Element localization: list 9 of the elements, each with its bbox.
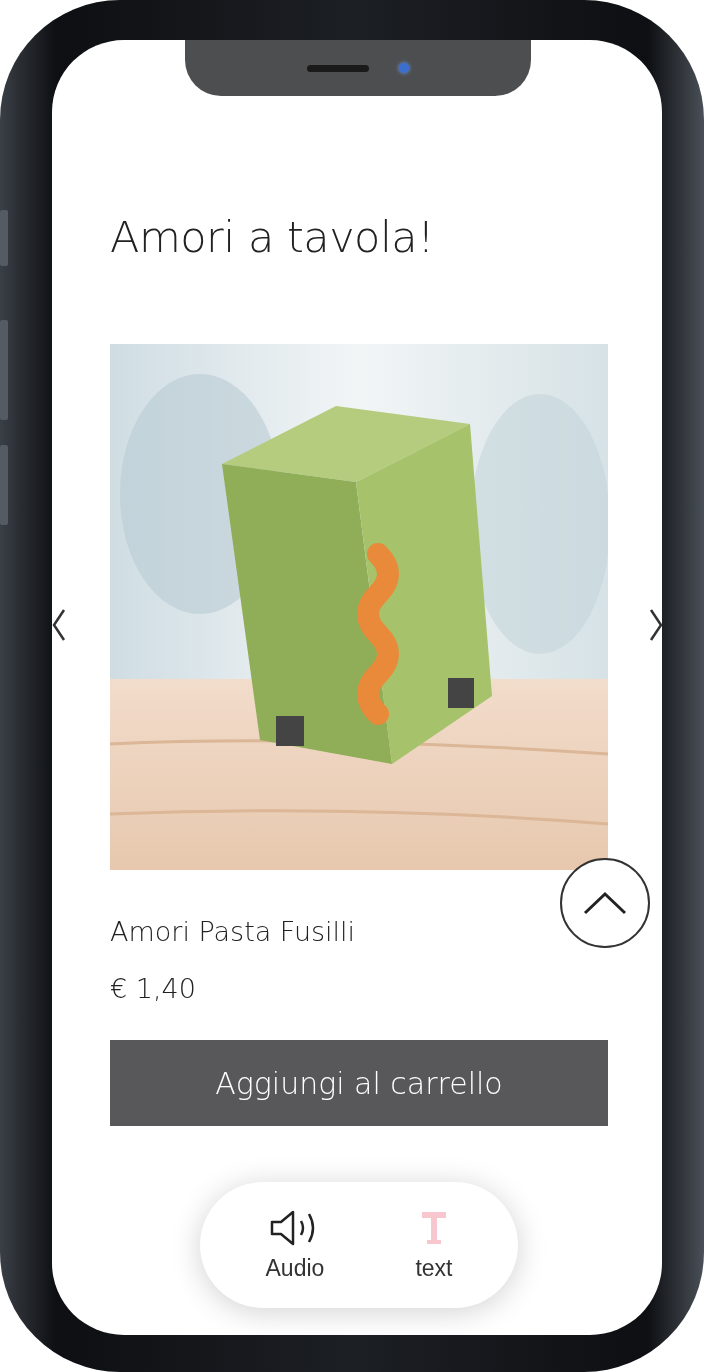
product-price: € 1,40 — [110, 973, 197, 1004]
product-name: Amori Pasta Fusilli — [110, 916, 357, 947]
chevron-up-icon — [582, 890, 628, 916]
next-icon[interactable] — [649, 608, 662, 642]
text-button[interactable]: text — [415, 1208, 453, 1282]
add-to-cart-button[interactable]: Aggiungi al carrello — [110, 1040, 608, 1126]
audio-button[interactable]: Audio — [265, 1208, 325, 1282]
page-title: Amori a tavola! — [110, 212, 435, 262]
previous-icon[interactable] — [52, 608, 66, 642]
